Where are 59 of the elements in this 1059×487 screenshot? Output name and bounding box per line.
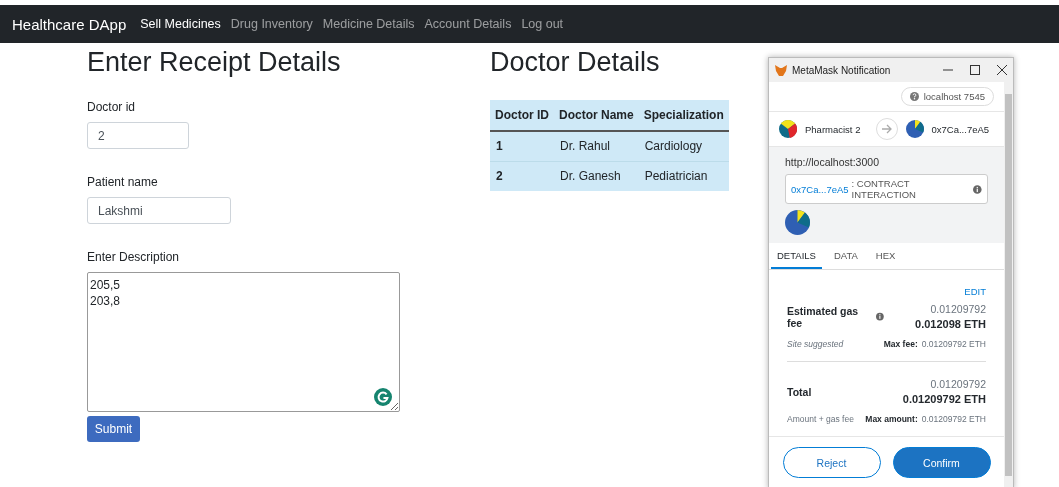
max-fee: Max amount: 0.01209792 ETH xyxy=(865,414,986,424)
page-heading: Doctor Details xyxy=(490,47,661,78)
help-icon xyxy=(909,92,919,101)
tab[interactable]: HEX xyxy=(869,243,902,269)
account-avatar-icon xyxy=(905,120,924,138)
page-heading: Enter Receipt Details xyxy=(87,47,342,78)
arrow-right-icon xyxy=(875,118,898,140)
table-cell: 2 xyxy=(490,161,554,191)
origin-url: http://localhost:3000 xyxy=(785,156,879,168)
contract-label: : CONTRACT INTERACTION xyxy=(851,178,917,200)
fee-note: Amount + gas fee xyxy=(787,414,855,424)
column-header: Doctor Name xyxy=(554,100,639,131)
info-icon xyxy=(875,312,884,321)
edit-link[interactable]: EDIT xyxy=(964,286,986,297)
close-icon[interactable] xyxy=(997,65,1007,75)
account-name: Pharmacist 2 xyxy=(805,123,862,135)
tab[interactable]: DETAILS xyxy=(771,243,822,269)
confirm-button[interactable]: Confirm xyxy=(892,447,991,478)
submit-button[interactable]: Submit xyxy=(87,416,140,442)
fee-label: Total xyxy=(787,385,812,398)
account-name: 0x7Ca...7eA5 xyxy=(931,123,991,135)
nav-link[interactable]: Drug Inventory xyxy=(230,17,313,31)
tab[interactable]: DATA xyxy=(827,243,864,269)
nav-link[interactable]: Account Details xyxy=(424,17,512,31)
description-field[interactable]: 205,5 203,8 xyxy=(87,272,400,412)
table-cell: Cardiology xyxy=(638,131,729,162)
window-title: MetaMask Notification xyxy=(792,64,892,76)
field-label: Doctor id xyxy=(87,100,137,114)
account-avatar-icon xyxy=(779,120,797,138)
text-field[interactable]: 2 xyxy=(87,122,189,149)
account-avatar-icon xyxy=(785,210,810,235)
table-cell: 1 xyxy=(490,131,554,162)
text-field[interactable]: Lakshmi xyxy=(87,197,231,224)
scrollbar[interactable] xyxy=(1004,82,1013,487)
network-name: localhost 7545 xyxy=(923,91,985,102)
fee-label: Estimated gas fee xyxy=(787,304,860,329)
fee-note: Site suggested xyxy=(787,339,845,349)
field-label: Enter Description xyxy=(87,250,181,264)
table-cell: Dr. Rahul xyxy=(554,131,639,162)
reject-button[interactable]: Reject xyxy=(782,447,881,478)
fee-value: 0.01209792 xyxy=(929,303,986,315)
fox-icon xyxy=(775,64,787,76)
brand[interactable]: Healthcare DApp xyxy=(12,15,127,33)
fee-eth: 0.01209792 ETH xyxy=(901,393,986,405)
table-cell: Pediatrician xyxy=(638,161,729,191)
info-icon xyxy=(973,184,982,194)
maximize-icon[interactable] xyxy=(970,65,980,75)
column-header: Doctor ID xyxy=(490,100,554,131)
fee-eth: 0.012098 ETH xyxy=(914,318,986,330)
column-header: Specialization xyxy=(638,100,729,131)
table-cell: Dr. Ganesh xyxy=(554,161,639,191)
grammarly-icon[interactable] xyxy=(374,388,392,406)
max-fee: Max fee: 0.01209792 ETH xyxy=(883,339,986,349)
nav-link[interactable]: Sell Medicines xyxy=(140,17,221,31)
contract-link[interactable]: 0x7Ca...7eA5 xyxy=(791,183,849,195)
nav-link[interactable]: Medicine Details xyxy=(322,17,415,31)
nav-link[interactable]: Log out xyxy=(521,17,564,31)
fee-value: 0.01209792 xyxy=(929,378,986,390)
field-label: Patient name xyxy=(87,175,159,189)
